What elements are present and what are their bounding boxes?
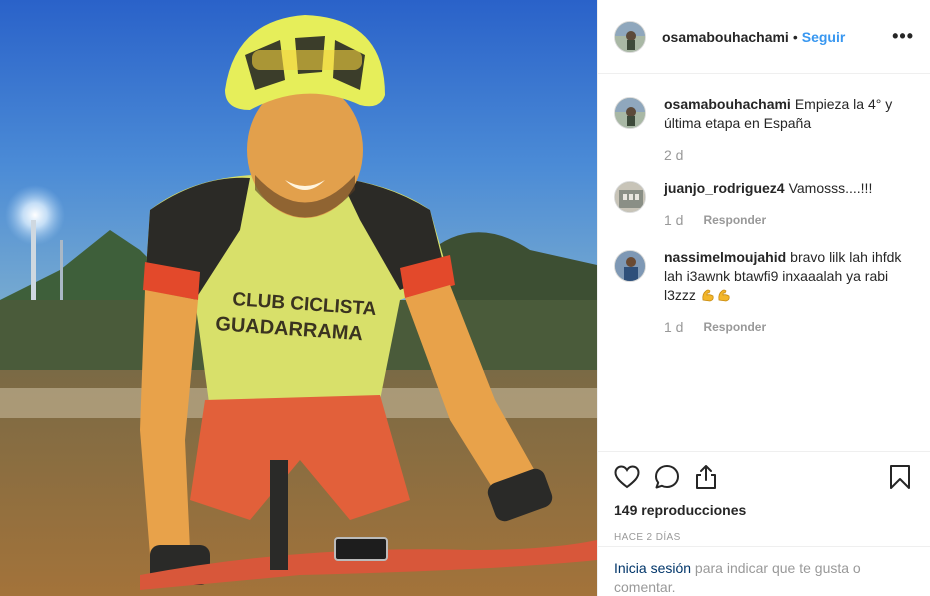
comment-text: osamabouhachami Empieza la 4° y última et… bbox=[664, 95, 915, 133]
comment-avatar[interactable] bbox=[614, 250, 646, 282]
cyclist-photo: CLUB CICLISTA GUADARRAMA bbox=[0, 0, 597, 596]
flexed-biceps-emoji bbox=[702, 289, 714, 302]
comment-avatar[interactable] bbox=[614, 97, 646, 129]
comment-bubble-icon[interactable] bbox=[654, 464, 680, 490]
caption-avatar-image bbox=[615, 98, 645, 128]
comment-timestamp[interactable]: 1 d bbox=[664, 212, 683, 228]
comment-text: juanjo_rodriguez4 Vamosss....!!! bbox=[664, 179, 915, 198]
caption-comment: osamabouhachami Empieza la 4° y última et… bbox=[614, 95, 915, 163]
comment-body: juanjo_rodriguez4 Vamosss....!!! 1 d Resp… bbox=[664, 179, 915, 228]
login-link[interactable]: Inicia sesión bbox=[614, 560, 691, 576]
comment-meta: 1 d Responder bbox=[664, 319, 915, 335]
view-count[interactable]: 149 reproducciones bbox=[614, 502, 915, 518]
comment-timestamp[interactable]: 2 d bbox=[664, 147, 683, 163]
author-username-link[interactable]: osamabouhachami bbox=[662, 29, 789, 45]
post-actions: 149 reproducciones HACE 2 DÍAS bbox=[598, 451, 930, 543]
comment-username-link[interactable]: nassimelmoujahid bbox=[664, 249, 786, 265]
comment-meta: 2 d bbox=[664, 147, 915, 163]
comment-username-link[interactable]: osamabouhachami bbox=[664, 96, 791, 112]
comment-avatar[interactable] bbox=[614, 181, 646, 213]
heart-icon[interactable] bbox=[614, 464, 640, 490]
login-prompt: Inicia sesión para indicar que te gusta … bbox=[598, 546, 930, 596]
post-timestamp[interactable]: HACE 2 DÍAS bbox=[614, 532, 915, 543]
reply-button[interactable]: Responder bbox=[703, 213, 766, 227]
comment-body: nassimelmoujahid bravo lilk lah ihfdk lah… bbox=[664, 248, 915, 335]
action-icons-row bbox=[614, 452, 915, 502]
post-header: osamabouhachami • Seguir ••• bbox=[598, 0, 930, 74]
nassim-avatar-image bbox=[615, 251, 645, 281]
share-icon[interactable] bbox=[694, 464, 720, 490]
comment-body: osamabouhachami Empieza la 4° y última et… bbox=[664, 95, 915, 163]
comment-username-link[interactable]: juanjo_rodriguez4 bbox=[664, 180, 785, 196]
header-separator: • bbox=[792, 28, 798, 45]
comments-list: osamabouhachami Empieza la 4° y última et… bbox=[598, 75, 930, 450]
more-options-icon[interactable]: ••• bbox=[892, 26, 914, 47]
views-section: 149 reproducciones bbox=[614, 502, 915, 524]
author-avatar[interactable] bbox=[614, 20, 646, 53]
follow-button[interactable]: Seguir bbox=[802, 29, 846, 45]
comment-timestamp[interactable]: 1 d bbox=[664, 319, 683, 335]
comment-item: nassimelmoujahid bravo lilk lah ihfdk lah… bbox=[614, 248, 915, 335]
comment-message: Vamosss....!!! bbox=[788, 180, 873, 196]
juanjo-avatar-image bbox=[615, 182, 645, 212]
post-video[interactable]: CLUB CICLISTA GUADARRAMA bbox=[0, 0, 597, 596]
comment-meta: 1 d Responder bbox=[664, 212, 915, 228]
reply-button[interactable]: Responder bbox=[703, 320, 766, 334]
comment-text: nassimelmoujahid bravo lilk lah ihfdk lah… bbox=[664, 248, 915, 305]
comment-item: juanjo_rodriguez4 Vamosss....!!! 1 d Resp… bbox=[614, 179, 915, 228]
post-details-panel: osamabouhachami • Seguir ••• osamabouhac… bbox=[597, 0, 930, 596]
flexed-biceps-emoji bbox=[718, 289, 730, 302]
author-avatar-image bbox=[615, 21, 645, 52]
bookmark-icon[interactable] bbox=[889, 464, 915, 490]
